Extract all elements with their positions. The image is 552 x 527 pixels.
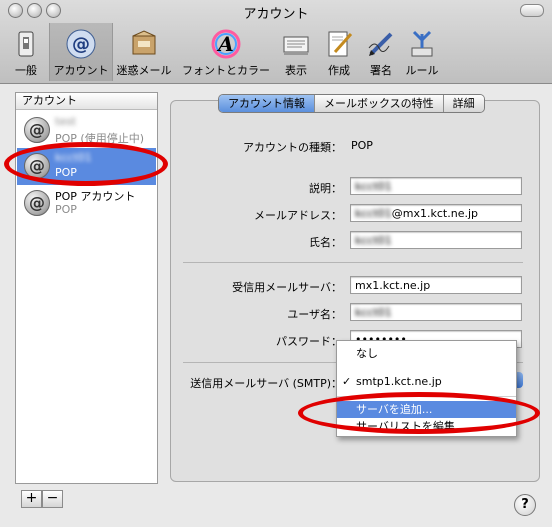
toolbar-label: アカウント [53,64,109,77]
junk-mail-icon [128,28,160,60]
at-sign-icon: @ [65,28,97,60]
tab-account-info[interactable]: アカウント情報 [219,95,315,112]
preferences-window: アカウント 一般 @ アカウント 迷惑メール A フォントとカラー 表示 作成 … [0,0,552,527]
toolbar-label: 迷惑メール [116,64,172,77]
account-list-header: アカウント [16,93,157,110]
outgoing-server-label: 送信用メールサーバ (SMTP)： [190,377,342,390]
description-label: 説明： [309,182,342,195]
menu-item-smtp-server[interactable]: ✓ smtp1.kct.ne.jp [337,373,516,390]
toolbar-signatures[interactable]: 署名 [361,23,401,81]
toolbar-junk-mail[interactable]: 迷惑メール [113,23,175,81]
username-value: kcct01 [355,306,392,319]
signature-icon [365,28,397,60]
toolbar-label: 一般 [15,64,37,77]
fullname-label: 氏名： [309,236,342,249]
account-icon: @ [24,190,50,216]
svg-text:A: A [216,32,234,56]
add-account-button[interactable]: + [21,490,42,508]
toolbar: アカウント 一般 @ アカウント 迷惑メール A フォントとカラー 表示 作成 … [0,0,552,84]
font-color-icon: A [210,28,242,60]
account-icon: @ [24,117,50,143]
account-name: POP アカウント [55,190,136,203]
menu-item-none[interactable]: なし [337,345,516,362]
section-divider [183,262,523,263]
toolbar-rules[interactable]: ルール [402,23,442,81]
incoming-server-field[interactable]: mx1.kct.ne.jp [350,276,522,294]
switch-icon [10,28,42,60]
svg-text:@: @ [72,34,90,55]
tab-bar: アカウント情報 メールボックスの特性 詳細 [218,94,485,113]
email-local: kcct01 [355,207,392,220]
email-label: メールアドレス： [254,209,342,222]
checkmark-icon: ✓ [342,375,352,388]
account-name: test [55,115,77,128]
password-label: パスワード： [276,335,342,348]
fullname-value: kcct01 [355,234,392,247]
account-type: POP [55,203,77,216]
toolbar-accounts[interactable]: @ アカウント [49,23,113,81]
fullname-field[interactable]: kcct01 [350,231,522,249]
email-domain: @mx1.kct.ne.jp [391,207,479,220]
description-field[interactable]: kcct01 [350,177,522,195]
toolbar-label: 作成 [328,64,350,77]
toolbar-fonts-colors[interactable]: A フォントとカラー [180,23,272,81]
toolbar-general[interactable]: 一般 [6,23,46,81]
toolbar-label: 表示 [285,64,307,77]
account-item-pop[interactable]: @ POP アカウント POP [17,185,156,222]
toolbar-composing[interactable]: 作成 [319,23,359,81]
rules-icon [406,28,438,60]
account-type-value: POP [351,139,373,152]
annotation-oval [4,142,168,186]
help-button[interactable]: ? [514,494,536,516]
tab-mailbox-behaviors[interactable]: メールボックスの特性 [315,95,444,112]
username-label: ユーザ名： [287,308,342,321]
toolbar-label: ルール [405,64,439,77]
window-title: アカウント [243,7,309,22]
incoming-server-label: 受信用メールサーバ： [232,281,342,294]
account-type-label: アカウントの種類： [243,141,342,154]
username-field[interactable]: kcct01 [350,303,522,321]
annotation-oval [298,392,540,434]
email-field[interactable]: kcct01@mx1.kct.ne.jp [350,204,522,222]
description-value: kcct01 [355,180,392,193]
compose-icon [323,28,355,60]
toolbar-label: フォントとカラー [182,64,270,77]
toolbar-view[interactable]: 表示 [276,23,316,81]
tab-advanced[interactable]: 詳細 [443,95,484,112]
view-icon [280,28,312,60]
toolbar-label: 署名 [370,64,392,77]
remove-account-button[interactable]: − [42,490,63,508]
toolbar-toggle-button[interactable] [520,4,544,17]
